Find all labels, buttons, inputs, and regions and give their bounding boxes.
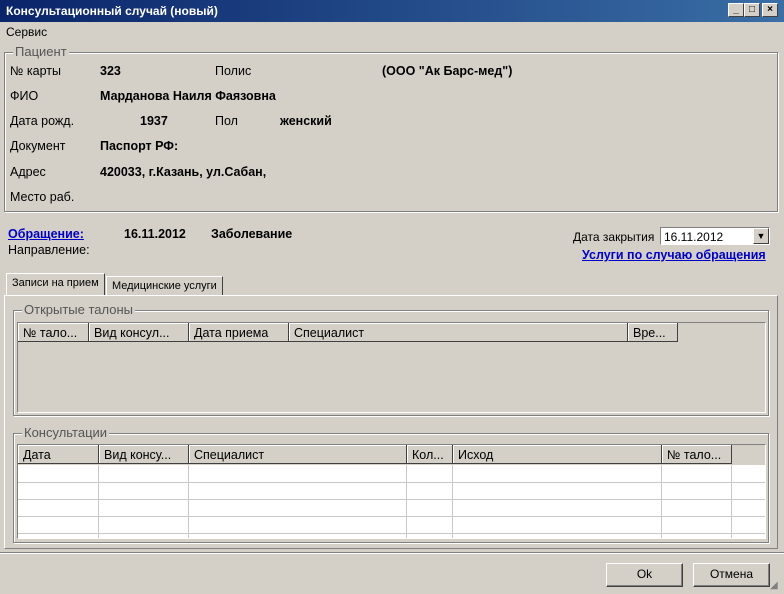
col-appointment-date[interactable]: Дата приема [189,323,289,342]
consultations-header: Дата Вид консу... Специалист Кол... Исхо… [18,445,765,465]
consult-case-window: Консультационный случай (новый) _ □ × Се… [0,0,784,594]
tab-med-services[interactable]: Медицинские услуги [106,276,223,296]
cancel-button[interactable]: Отмена [693,563,770,587]
document-value: Паспорт РФ: [100,139,179,153]
menu-bar: Сервис [0,22,784,42]
fio-value: Марданова Наиля Фаязовна [100,89,276,103]
close-date-label: Дата закрытия [573,230,655,244]
consultations-grid[interactable]: Дата Вид консу... Специалист Кол... Исхо… [17,444,766,539]
tab-med-services-label: Медицинские услуги [112,280,217,292]
consultations-body [18,465,765,538]
dob-label: Дата рожд. [10,114,75,128]
appeal-type: Заболевание [211,227,293,241]
chevron-down-icon[interactable]: ▼ [753,228,769,244]
direction-label: Направление: [8,243,90,257]
policy-label: Полис [215,64,252,78]
window-title: Консультационный случай (новый) [6,4,218,18]
address-label: Адрес [10,165,46,179]
patient-legend: Пациент [13,44,69,59]
card-value: 323 [100,64,121,78]
col-specialist[interactable]: Специалист [189,445,407,464]
col-time[interactable]: Вре... [628,323,678,342]
bottom-separator [0,552,784,554]
card-label: № карты [10,64,61,78]
col-date[interactable]: Дата [18,445,99,464]
open-tickets-header: № тало... Вид консул... Дата приема Спец… [18,323,765,343]
close-date-combo[interactable]: 16.11.2012 ▼ [660,227,770,245]
close-date-value: 16.11.2012 [664,230,724,244]
policy-value: (ООО "Ак Барс-мед") [382,64,513,78]
col-ticket-no[interactable]: № тало... [18,323,89,342]
appeal-link[interactable]: Обращение: [8,227,84,241]
close-button[interactable]: × [762,3,778,17]
appeal-date: 16.11.2012 [124,227,186,241]
minimize-button[interactable]: _ [728,3,744,17]
sex-value: женский [280,114,332,128]
ok-button[interactable]: Ok [606,563,683,587]
address-value: 420033, г.Казань, ул.Сабан, [100,165,267,179]
resize-grip-icon[interactable]: ◢ [770,580,782,592]
title-bar[interactable]: Консультационный случай (новый) _ □ × [0,0,784,22]
col-ticket-no[interactable]: № тало... [662,445,732,464]
maximize-button[interactable]: □ [744,3,760,17]
dob-value: 1937 [140,114,168,128]
open-tickets-grid[interactable]: № тало... Вид консул... Дата приема Спец… [17,322,766,413]
col-specialist[interactable]: Специалист [289,323,628,342]
workplace-label: Место раб. [10,190,75,204]
consultations-grid-lines [18,465,765,538]
tab-appointments-label: Записи на прием [12,277,99,289]
tab-appointments[interactable]: Записи на прием [6,273,105,296]
open-tickets-legend: Открытые талоны [22,302,135,317]
consultations-legend: Консультации [22,425,110,440]
case-services-link[interactable]: Услуги по случаю обращения [582,248,766,262]
col-count[interactable]: Кол... [407,445,453,464]
menu-service[interactable]: Сервис [6,25,47,39]
sex-label: Пол [215,114,238,128]
document-label: Документ [10,139,66,153]
col-outcome[interactable]: Исход [453,445,662,464]
col-consult-type[interactable]: Вид консул... [89,323,189,342]
fio-label: ФИО [10,89,39,103]
open-tickets-body [18,343,765,412]
col-consult-type[interactable]: Вид консу... [99,445,189,464]
